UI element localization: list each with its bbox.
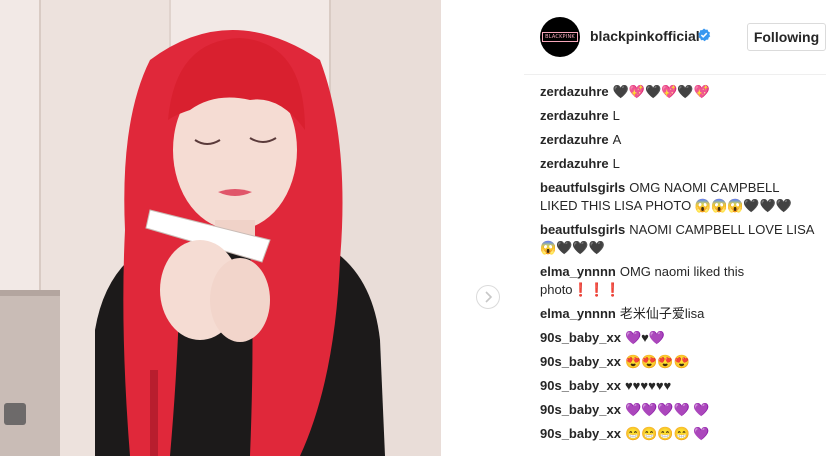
- avatar[interactable]: BLACKPINK: [540, 17, 580, 57]
- comment-text: A: [612, 132, 622, 147]
- verified-badge-icon: [698, 28, 711, 42]
- comment-text: 老米仙子爱lisa: [619, 306, 705, 321]
- comment-item: 90s_baby_xx ♥♥♥♥♥♥: [540, 377, 820, 395]
- photo-illustration: [0, 0, 441, 456]
- comment-text: L: [612, 156, 620, 171]
- comment-text: L: [612, 108, 620, 123]
- comment-item: zerdazuhre L: [540, 155, 820, 173]
- comment-text: 💜💜💜💜 💜: [624, 402, 710, 417]
- account-username[interactable]: blackpinkofficial: [590, 28, 700, 44]
- comment-username[interactable]: 90s_baby_xx: [540, 426, 621, 441]
- comment-text: ♥♥♥♥♥♥: [624, 378, 672, 393]
- comment-item: elma_ynnnn OMG naomi liked this photo❗❗❗: [540, 263, 820, 299]
- post-header: BLACKPINK blackpinkofficial Following: [524, 0, 826, 75]
- comment-username[interactable]: 90s_baby_xx: [540, 378, 621, 393]
- post-side-panel: BLACKPINK blackpinkofficial Following ze…: [524, 0, 826, 456]
- comment-username[interactable]: zerdazuhre: [540, 108, 609, 123]
- comment-text: 🖤💖🖤💖🖤💖: [612, 84, 710, 99]
- comment-item: beautfulsgirls NAOMI CAMPBELL LOVE LISA 😱…: [540, 221, 820, 257]
- comment-item: elma_ynnnn 老米仙子爱lisa: [540, 305, 820, 323]
- following-button[interactable]: Following: [747, 23, 826, 51]
- comment-username[interactable]: elma_ynnnn: [540, 306, 616, 321]
- comment-username[interactable]: beautfulsgirls: [540, 180, 625, 195]
- comment-item: zerdazuhre 🖤💖🖤💖🖤💖: [540, 83, 820, 101]
- comment-item: 90s_baby_xx 💜♥💜: [540, 329, 820, 347]
- comment-username[interactable]: zerdazuhre: [540, 132, 609, 147]
- comment-text: 😍😍😍😍: [624, 354, 690, 369]
- comment-item: zerdazuhre A: [540, 131, 820, 149]
- next-photo-button[interactable]: [476, 285, 500, 309]
- post-photo[interactable]: [0, 0, 441, 456]
- comments-list: zerdazuhre 🖤💖🖤💖🖤💖 zerdazuhre L zerdazuhre A…: [540, 83, 820, 449]
- comment-text: 💜♥💜: [624, 330, 666, 345]
- comment-username[interactable]: beautfulsgirls: [540, 222, 625, 237]
- comment-username[interactable]: zerdazuhre: [540, 84, 609, 99]
- comment-username[interactable]: 90s_baby_xx: [540, 354, 621, 369]
- comment-username[interactable]: 90s_baby_xx: [540, 330, 621, 345]
- comment-item: 90s_baby_xx 😍😍😍😍: [540, 353, 820, 371]
- comment-text: 😁😁😁😁 💜: [624, 426, 710, 441]
- comment-item: 90s_baby_xx 😁😁😁😁 💜: [540, 425, 820, 443]
- chevron-right-icon: [485, 291, 493, 303]
- comment-username[interactable]: 90s_baby_xx: [540, 402, 621, 417]
- comment-item: zerdazuhre L: [540, 107, 820, 125]
- comment-item: 90s_baby_xx 💜💜💜💜 💜: [540, 401, 820, 419]
- avatar-logo-text: BLACKPINK: [542, 32, 578, 42]
- comment-username[interactable]: zerdazuhre: [540, 156, 609, 171]
- comment-username[interactable]: elma_ynnnn: [540, 264, 616, 279]
- comment-item: beautfulsgirls OMG NAOMI CAMPBELL LIKED T…: [540, 179, 820, 215]
